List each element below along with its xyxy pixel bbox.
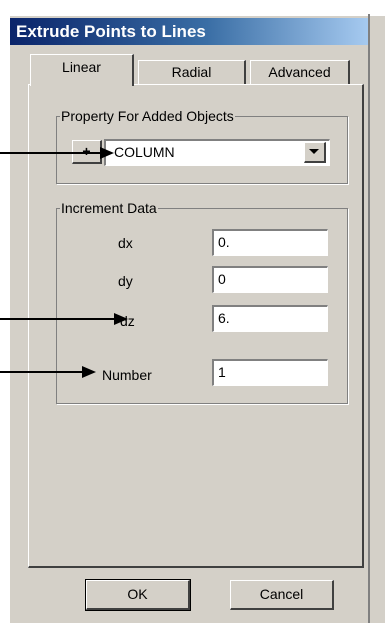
dz-input[interactable]: 6.	[212, 305, 328, 332]
annotation-arrow-line-property	[0, 152, 104, 154]
window-title: Extrude Points to Lines	[16, 22, 206, 41]
number-value: 1	[218, 364, 226, 380]
property-select-value: COLUMN	[114, 144, 175, 160]
arrow-right-icon	[82, 366, 96, 378]
ok-button-label: OK	[127, 586, 148, 602]
annotation-arrow-line-dz	[0, 318, 116, 320]
increment-group-legend: Increment Data	[60, 200, 158, 216]
property-dropdown-button[interactable]	[304, 142, 326, 163]
chevron-down-icon	[309, 149, 319, 154]
cancel-button-label: Cancel	[259, 586, 304, 602]
dx-value: 0.	[218, 234, 230, 250]
dy-input[interactable]: 0	[212, 266, 328, 293]
dy-value: 0	[218, 271, 226, 287]
plus-icon: +	[82, 143, 91, 159]
dx-label: dx	[118, 235, 133, 251]
arrow-right-icon	[114, 313, 128, 325]
tab-advanced[interactable]: Advanced	[250, 60, 350, 84]
property-group-legend: Property For Added Objects	[60, 108, 235, 124]
ok-button[interactable]: OK	[85, 579, 191, 611]
cancel-button[interactable]: Cancel	[230, 580, 334, 610]
property-select[interactable]: COLUMN	[104, 139, 330, 166]
number-input[interactable]: 1	[212, 359, 328, 386]
annotation-arrow-line-number	[0, 371, 84, 373]
tab-advanced-label: Advanced	[268, 64, 331, 80]
tab-radial-label: Radial	[171, 64, 212, 80]
dz-value: 6.	[218, 310, 230, 326]
title-bar[interactable]: Extrude Points to Lines	[10, 18, 368, 45]
number-label: Number	[102, 367, 152, 383]
dx-input[interactable]: 0.	[212, 229, 328, 256]
arrow-right-icon	[100, 147, 114, 159]
dialog-border	[368, 14, 370, 623]
dy-label: dy	[118, 273, 133, 289]
tab-radial[interactable]: Radial	[138, 60, 246, 84]
tab-linear[interactable]: Linear	[30, 54, 134, 86]
tab-linear-label: Linear	[62, 59, 101, 75]
